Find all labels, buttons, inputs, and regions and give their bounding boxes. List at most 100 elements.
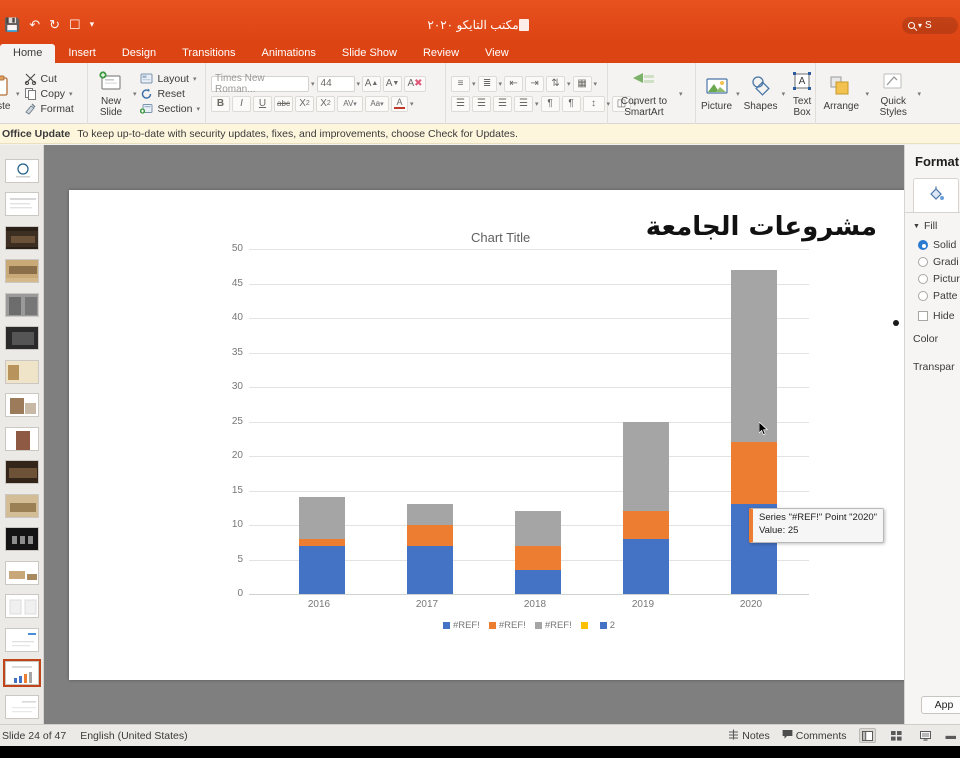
picture-button[interactable]: Picture [701, 74, 732, 113]
normal-view-button[interactable] [858, 728, 876, 743]
align-right-button[interactable]: ☰ [493, 95, 512, 112]
list-item[interactable] [0, 422, 43, 455]
language-indicator[interactable]: English (United States) [80, 730, 187, 742]
columns-dropdown-icon[interactable]: ▾ [594, 80, 598, 88]
tab-home[interactable]: Home [0, 44, 56, 63]
decrease-font-size-button[interactable]: A ▼ [383, 75, 403, 92]
bar-segment[interactable] [623, 421, 669, 512]
slide-counter[interactable]: Slide 24 of 47 [2, 730, 66, 742]
chart-title[interactable]: Chart Title [471, 230, 530, 245]
paste-dropdown-icon[interactable]: ▾ [16, 90, 20, 98]
bar-segment[interactable] [623, 538, 669, 594]
text-box-button[interactable]: A Text Box [789, 69, 815, 118]
clear-formatting-button[interactable]: A ✖ [404, 75, 427, 92]
align-left-button[interactable]: ☰ [451, 95, 470, 112]
rtl-direction-button[interactable]: ¶ [561, 95, 581, 112]
font-family-input[interactable]: Times New Roman... [211, 73, 309, 95]
slide-heading[interactable]: مشروعات الجامعة [646, 212, 877, 242]
list-item[interactable] [0, 590, 43, 623]
fill-tab[interactable] [913, 178, 959, 212]
ltr-direction-button[interactable]: ¶ [540, 95, 560, 112]
cut-button[interactable]: Cut [24, 72, 74, 86]
list-item[interactable] [0, 154, 43, 187]
arrange-button[interactable]: Arrange [821, 74, 861, 113]
bar-column-2019[interactable] [623, 421, 669, 594]
notes-button[interactable]: Notes [728, 729, 770, 743]
fill-option-hide[interactable]: Hide [905, 304, 960, 325]
paste-button[interactable]: aste [0, 74, 12, 113]
list-item[interactable] [0, 288, 43, 321]
search-box[interactable]: ▾ S [902, 17, 958, 34]
bar-segment[interactable] [515, 545, 561, 570]
tab-transitions[interactable]: Transitions [169, 44, 248, 63]
shapes-button[interactable]: Shapes [744, 74, 778, 113]
quick-styles-dropdown-icon[interactable]: ▾ [917, 90, 921, 98]
legend-item[interactable]: #REF! [442, 620, 480, 631]
line-spacing-button[interactable]: ⇅ [546, 75, 566, 92]
list-item[interactable] [0, 221, 43, 254]
chart-plot-area[interactable]: 50 45 40 35 30 25 20 15 10 5 0 2016 2017… [232, 243, 809, 631]
strikethrough-button[interactable]: abc [274, 95, 293, 112]
bullets-dropdown-icon[interactable]: ▾ [472, 80, 476, 88]
arrange-dropdown-icon[interactable]: ▾ [865, 90, 869, 98]
picture-dropdown-icon[interactable]: ▾ [736, 90, 740, 98]
justify-dropdown-icon[interactable]: ▾ [535, 100, 539, 108]
slide-thumbnail-panel[interactable] [0, 145, 44, 724]
list-item[interactable] [0, 456, 43, 489]
legend-item[interactable] [580, 622, 591, 629]
tab-review[interactable]: Review [410, 44, 472, 63]
tab-insert[interactable]: Insert [55, 44, 109, 63]
list-item[interactable] [0, 690, 43, 723]
superscript-button[interactable]: X2 [295, 95, 314, 112]
fill-option-pattern[interactable]: Patte [905, 287, 960, 304]
slide-sorter-button[interactable] [888, 728, 905, 743]
line-spacing-dropdown-icon[interactable]: ▾ [567, 80, 571, 88]
new-slide-dropdown-icon[interactable]: ▾ [133, 90, 137, 98]
fill-option-picture[interactable]: Pictur [905, 270, 960, 287]
list-item[interactable] [0, 389, 43, 422]
font-family-dropdown-icon[interactable]: ▾ [311, 80, 315, 88]
layout-dropdown-icon[interactable]: ▾ [193, 75, 197, 83]
bar-segment[interactable] [515, 569, 561, 594]
tab-design[interactable]: Design [109, 44, 169, 63]
bar-segment[interactable] [299, 497, 345, 539]
apply-button[interactable]: App [921, 696, 960, 714]
copy-button[interactable]: Copy ▾ [24, 87, 74, 100]
fill-option-gradient[interactable]: Gradi [905, 253, 960, 270]
list-item[interactable] [0, 523, 43, 556]
tab-animations[interactable]: Animations [249, 44, 329, 63]
reset-button[interactable]: Reset [140, 87, 200, 100]
bar-column-2018[interactable] [515, 511, 561, 594]
shapes-dropdown-icon[interactable]: ▾ [782, 90, 786, 98]
subscript-button[interactable]: X2 [316, 95, 335, 112]
format-pane[interactable]: Format ▼ Fill Solid Gradi Pictur Patte H… [904, 145, 960, 724]
bar-segment[interactable] [623, 511, 669, 539]
numbering-button[interactable]: ≣ [477, 75, 497, 92]
chart-legend[interactable]: #REF! #REF! #REF! 2 [249, 620, 809, 631]
quick-styles-button[interactable]: Quick Styles [873, 69, 913, 118]
bar-column-2020[interactable] [731, 269, 777, 594]
fill-section-header[interactable]: ▼ Fill [905, 213, 960, 236]
legend-item[interactable]: 2 [599, 620, 615, 631]
italic-button[interactable]: I [232, 95, 251, 112]
comments-button[interactable]: Comments [782, 729, 847, 743]
fill-option-solid[interactable]: Solid [905, 236, 960, 253]
bar-segment[interactable] [407, 504, 453, 525]
font-size-input[interactable]: 44 [316, 75, 355, 92]
text-direction-button[interactable]: ↕ [582, 95, 605, 112]
slideshow-view-button[interactable]: ▬ [946, 730, 957, 742]
bar-segment[interactable] [731, 442, 777, 505]
list-item[interactable] [0, 355, 43, 388]
list-item[interactable] [0, 489, 43, 522]
bar-segment[interactable] [299, 538, 345, 546]
selection-handle[interactable] [893, 320, 899, 326]
list-item-selected[interactable] [0, 657, 43, 690]
legend-item[interactable]: #REF! [488, 620, 526, 631]
slide[interactable]: مشروعات الجامعة Chart Title 50 45 40 35 … [69, 190, 905, 680]
convert-to-smartart-button[interactable]: Convert to SmartArt [613, 69, 675, 118]
increase-font-size-button[interactable]: A ▲ [362, 75, 382, 92]
format-painter-button[interactable]: Format [24, 102, 74, 115]
new-slide-button[interactable]: New Slide [93, 69, 129, 118]
font-color-dropdown-icon[interactable]: ▾ [410, 100, 414, 108]
bar-column-2016[interactable] [299, 497, 345, 594]
